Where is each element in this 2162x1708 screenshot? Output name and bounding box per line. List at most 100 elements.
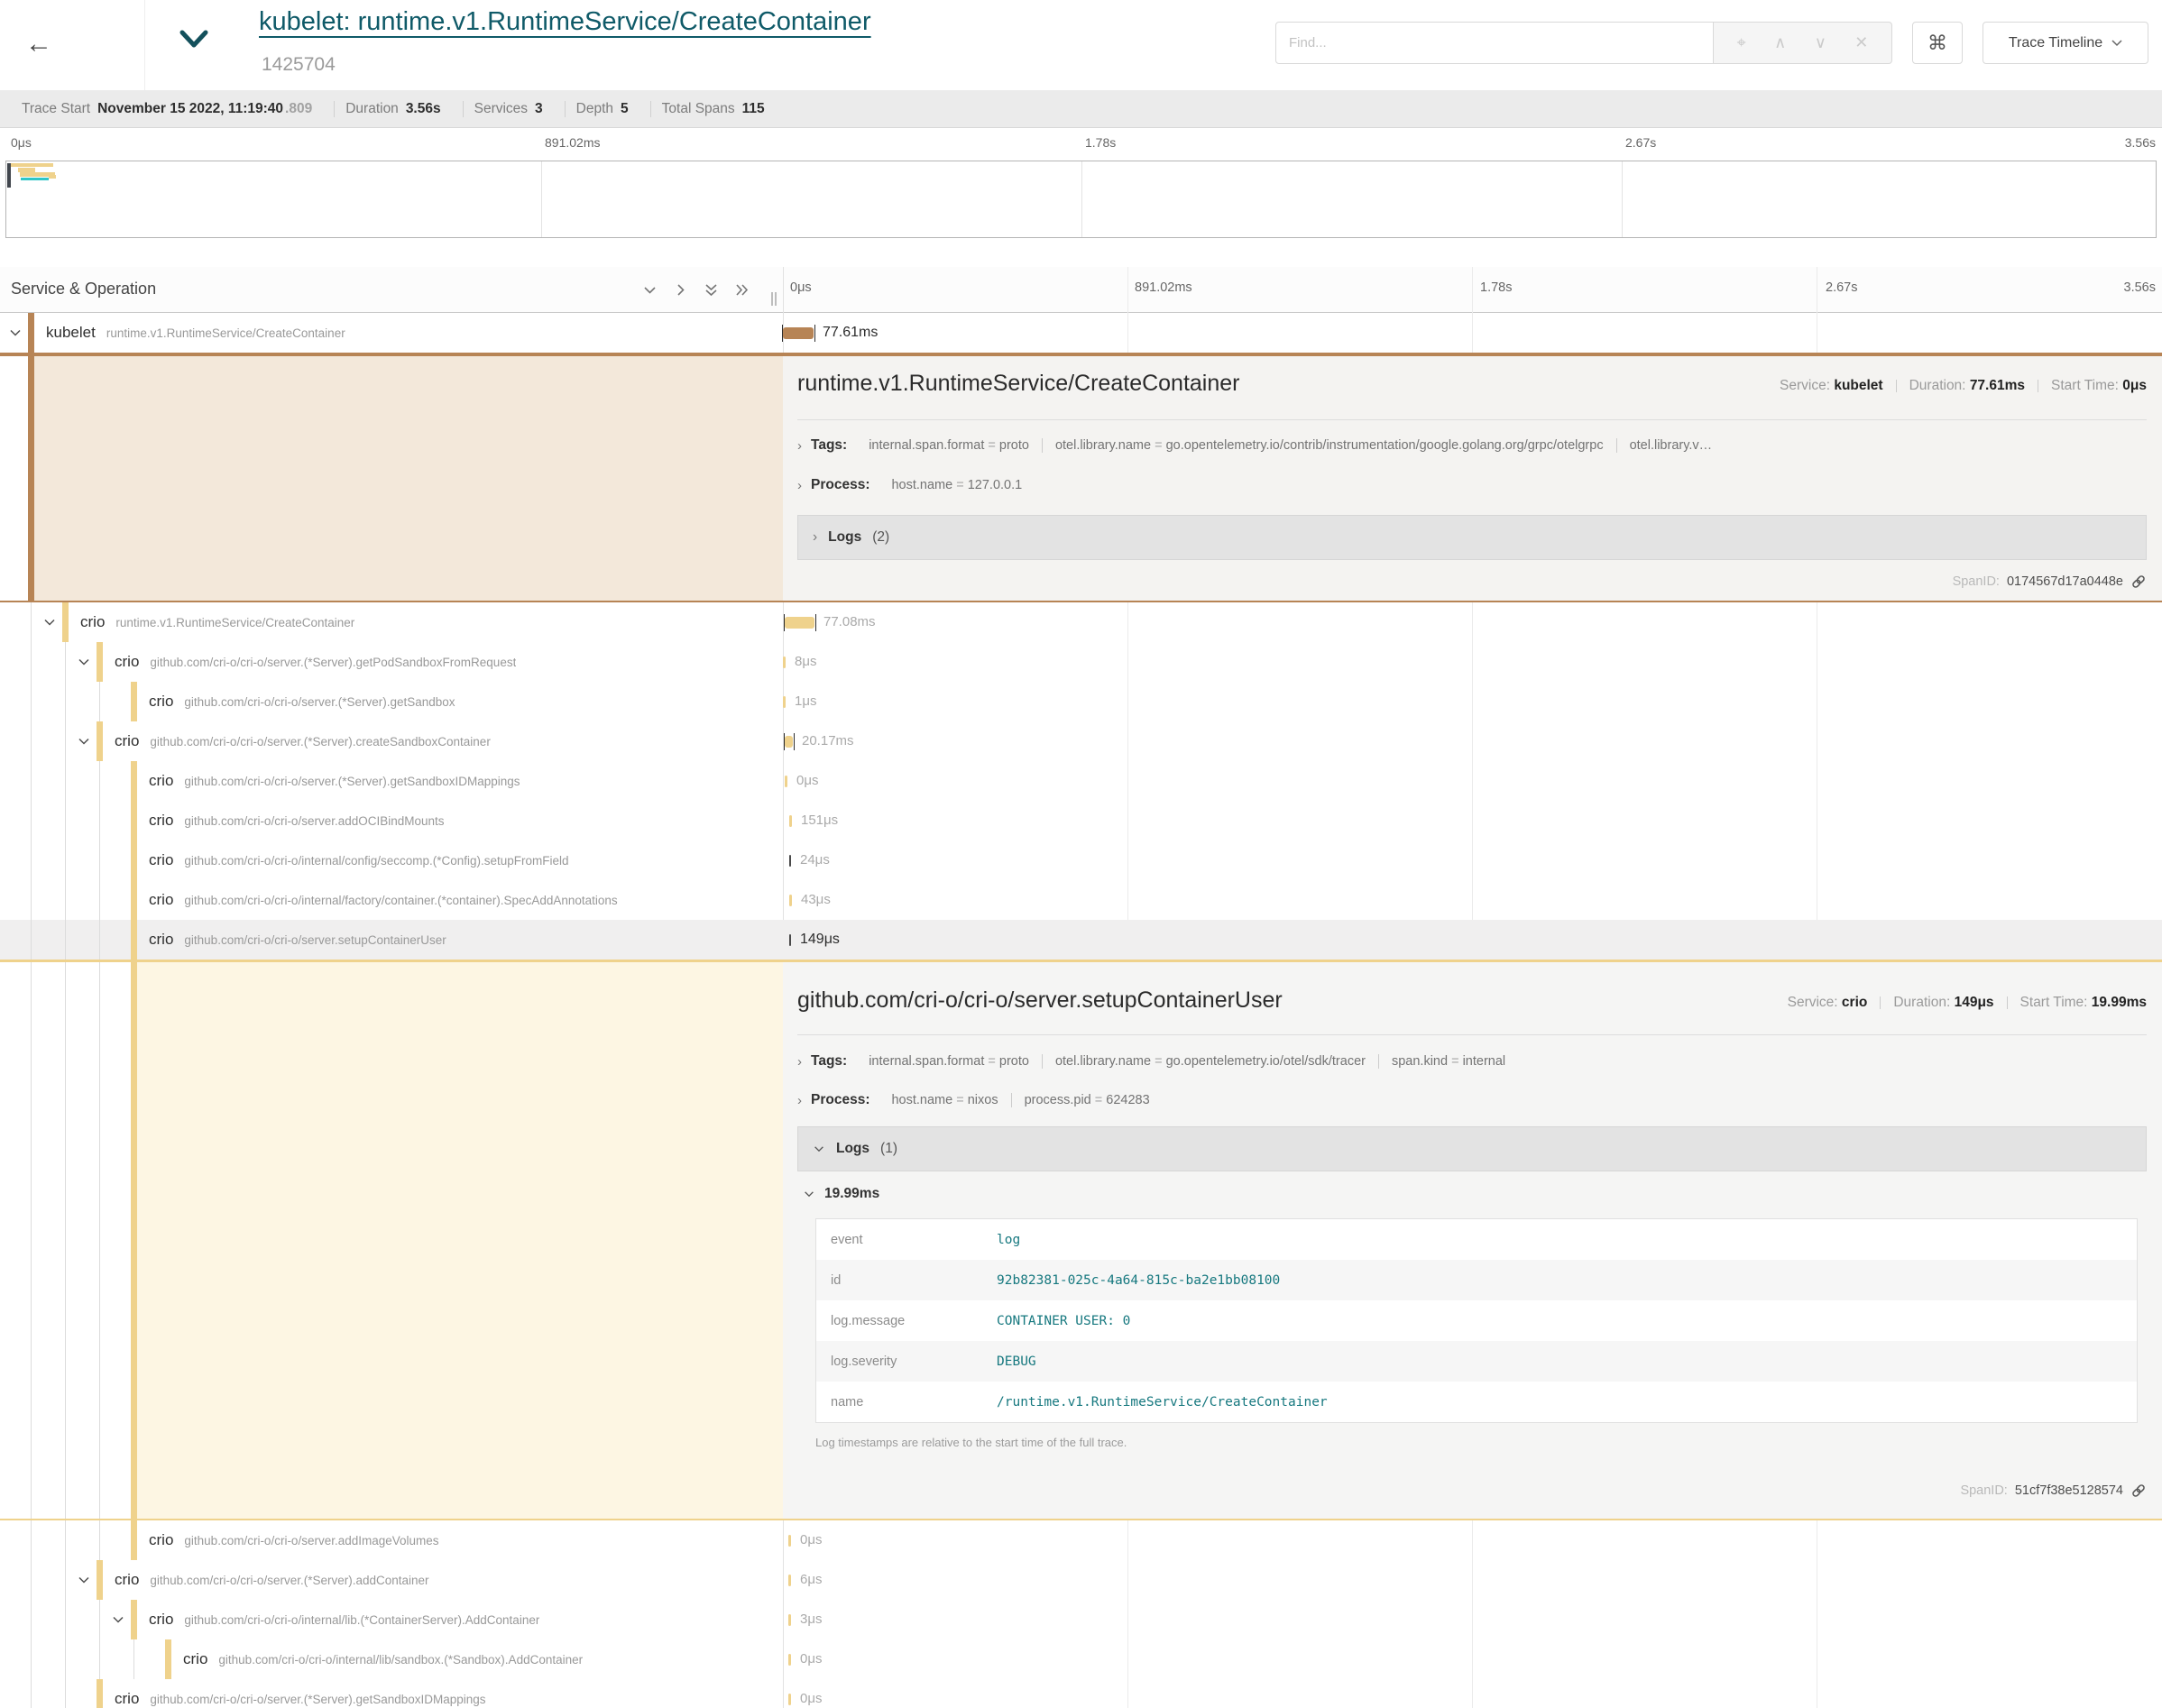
span-row[interactable]: kubelet runtime.v1.RuntimeService/Create… [0,313,2162,353]
span-duration-bar[interactable] [789,895,792,906]
minimap-canvas[interactable] [5,161,2157,238]
span-bar-boundary-tick [814,325,815,342]
span-duration-bar[interactable] [783,657,786,668]
operation-name: github.com/cri-o/cri-o/server.addImageVo… [184,1534,438,1547]
view-selector-button[interactable]: Trace Timeline [1983,22,2148,64]
span-duration-bar[interactable] [785,776,787,787]
span-name: crio runtime.v1.RuntimeService/CreateCon… [80,602,354,642]
collapse-header-chevron-icon[interactable] [179,29,209,51]
tag-item: otel.library.name = go.opentelemetry.io/… [1042,1054,1378,1069]
span-duration-label: 20.17ms [802,733,854,748]
span-collapse-chevron-icon[interactable] [77,655,93,669]
tags-accordion[interactable]: › Tags: internal.span.format = protootel… [797,1053,2147,1070]
process-accordion[interactable]: › Process: host.name = nixosprocess.pid … [797,1092,2147,1108]
link-icon[interactable] [2130,574,2147,590]
span-name: crio github.com/cri-o/cri-o/internal/lib… [183,1639,583,1679]
span-duration-bar[interactable] [785,617,814,629]
span-row[interactable]: crio github.com/cri-o/cri-o/internal/fac… [0,880,2162,920]
stat-label: Depth [576,101,613,117]
link-icon[interactable] [2130,1483,2147,1499]
minimap-gridline [541,161,542,237]
clear-search-icon[interactable]: ✕ [1854,33,1868,52]
log-field-row: eventlog [816,1219,2137,1260]
service-color-bar [62,602,69,642]
span-row[interactable]: crio github.com/cri-o/cri-o/server.setup… [0,920,2162,960]
chevron-right-icon: › [797,1093,802,1108]
logs-accordion[interactable]: Logs (1) [797,1126,2147,1171]
span-bar-boundary-tick [784,614,785,631]
chevron-down-icon [813,1143,825,1155]
span-duration-bar[interactable] [789,815,792,827]
prev-match-icon[interactable]: ∧ [1774,33,1786,52]
stat-label: Duration [345,101,399,117]
span-row[interactable]: crio runtime.v1.RuntimeService/CreateCon… [0,602,2162,642]
locate-icon[interactable]: ⌖ [1737,33,1746,52]
span-duration-bar[interactable] [788,1614,791,1626]
minimap-ruler: 0μs 891.02ms 1.78s 2.67s 3.56s [0,128,2162,161]
log-field-row: name/runtime.v1.RuntimeService/CreateCon… [816,1382,2137,1422]
stat-value: 5 [621,101,629,117]
log-note: Log timestamps are relative to the start… [815,1436,1127,1449]
span-detail-meta: Service: crio Duration: 149μs Start Time… [1788,995,2147,1011]
trace-title-link[interactable]: kubelet: runtime.v1.RuntimeService/Creat… [259,7,871,37]
logs-label: Logs [836,1141,869,1157]
span-collapse-chevron-icon[interactable] [111,1612,127,1627]
span-row[interactable]: crio github.com/cri-o/cri-o/internal/lib… [0,1639,2162,1679]
span-row[interactable]: crio github.com/cri-o/cri-o/server.(*Ser… [0,1560,2162,1600]
minimap-tick: 891.02ms [545,135,600,150]
span-row[interactable]: crio github.com/cri-o/cri-o/server.addOC… [0,801,2162,840]
span-row[interactable]: crio github.com/cri-o/cri-o/server.(*Ser… [0,642,2162,682]
operation-name: runtime.v1.RuntimeService/CreateContaine… [115,616,354,629]
span-row[interactable]: crio github.com/cri-o/cri-o/internal/con… [0,840,2162,880]
span-duration-bar[interactable] [788,1535,791,1547]
service-color-bar [97,642,103,682]
minimap-tick: 1.78s [1085,135,1116,150]
keyboard-shortcuts-button[interactable]: ⌘ [1912,22,1963,64]
span-row[interactable]: crio github.com/cri-o/cri-o/server.(*Ser… [0,682,2162,721]
process-summary: host.name = 127.0.0.1 [879,478,1035,492]
service-name: crio [149,812,173,830]
next-match-icon[interactable]: ∨ [1815,33,1826,52]
log-field-value: /runtime.v1.RuntimeService/CreateContain… [997,1395,1328,1410]
service-color-bar [97,1560,103,1600]
span-duration-label: 6μs [800,1572,823,1587]
logs-accordion[interactable]: › Logs (2) [797,515,2147,560]
span-duration-bar[interactable] [788,1575,791,1586]
service-color-bar [131,920,137,960]
span-name: crio github.com/cri-o/cri-o/server.addIm… [149,1520,439,1560]
service-name: crio [149,693,173,711]
logs-count: (2) [872,529,889,546]
span-duration-bar[interactable] [785,736,793,748]
operation-name: runtime.v1.RuntimeService/CreateContaine… [106,326,345,340]
operation-name: github.com/cri-o/cri-o/internal/config/s… [184,854,568,868]
span-collapse-chevron-icon[interactable] [77,1573,93,1587]
span-row[interactable]: crio github.com/cri-o/cri-o/internal/lib… [0,1600,2162,1639]
span-duration-bar[interactable] [788,1694,791,1705]
back-arrow-icon[interactable]: ← [18,23,60,65]
log-entry-header[interactable]: 19.99ms [803,1186,879,1202]
span-row[interactable]: crio github.com/cri-o/cri-o/server.(*Ser… [0,721,2162,761]
process-accordion[interactable]: › Process: host.name = 127.0.0.1 [797,477,2147,493]
span-duration-bar[interactable] [783,696,786,708]
span-row[interactable]: crio github.com/cri-o/cri-o/server.(*Ser… [0,1679,2162,1708]
stat-label: Trace Start [22,101,90,117]
find-input[interactable] [1275,22,1714,64]
span-collapse-chevron-icon[interactable] [42,615,59,629]
log-field-row: id92b82381-025c-4a64-815c-ba2e1bb08100 [816,1260,2137,1300]
service-name: crio [149,931,173,949]
span-collapse-chevron-icon[interactable] [77,734,93,748]
span-duration-label: 0μs [800,1691,823,1706]
span-row[interactable]: crio github.com/cri-o/cri-o/server.(*Ser… [0,761,2162,801]
process-label: Process: [811,1092,869,1108]
span-row[interactable]: crio github.com/cri-o/cri-o/server.addIm… [0,1520,2162,1560]
span-bar-boundary-tick [782,325,783,342]
service-name: crio [115,732,139,750]
stat-depth: Depth 5 [566,101,651,117]
span-duration-bar[interactable] [788,1654,791,1666]
span-duration-bar[interactable] [783,327,814,339]
span-duration-bar[interactable] [789,934,791,946]
log-field-key: name [816,1395,997,1410]
tags-accordion[interactable]: › Tags: internal.span.format = protootel… [797,437,2147,454]
span-collapse-chevron-icon[interactable] [8,326,24,340]
span-duration-bar[interactable] [789,855,791,867]
